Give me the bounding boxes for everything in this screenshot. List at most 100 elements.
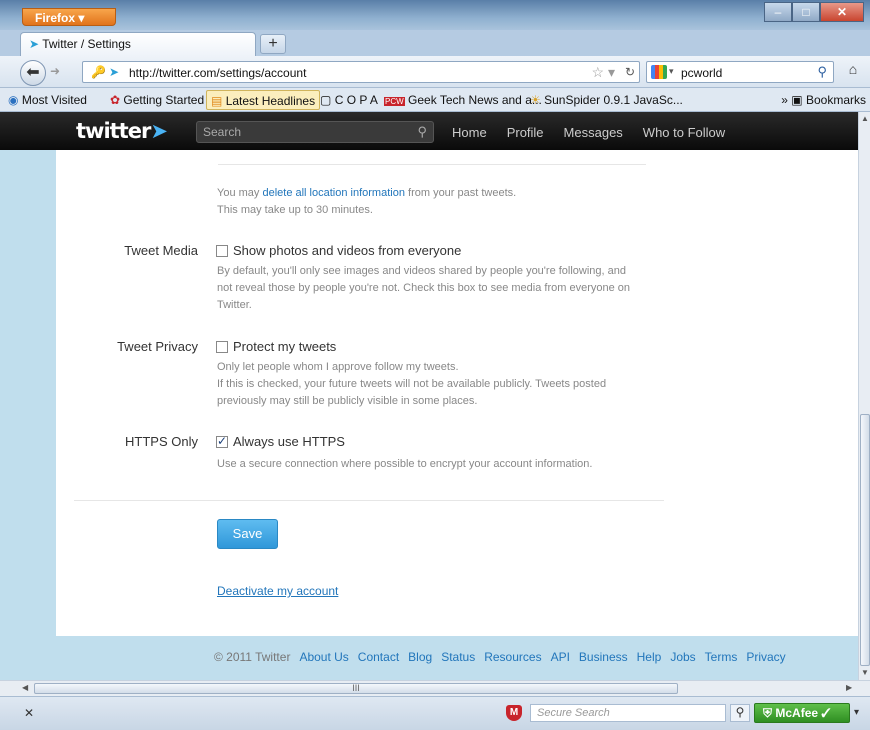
rss-icon: ▤: [211, 94, 223, 108]
twitter-logo[interactable]: twitter➤: [76, 119, 168, 143]
bookmark-geek-tech[interactable]: PCW Geek Tech News and a...: [384, 93, 542, 107]
sunspider-icon: ☀: [530, 93, 541, 107]
footer-contact[interactable]: Contact: [358, 650, 399, 664]
tab-strip: ➤ Twitter / Settings +: [0, 30, 870, 56]
footer-help[interactable]: Help: [637, 650, 662, 664]
copyright: © 2011 Twitter: [214, 650, 291, 664]
site-favicon-icon: ➤: [109, 65, 120, 79]
footer-resources[interactable]: Resources: [484, 650, 541, 664]
nav-who-to-follow[interactable]: Who to Follow: [643, 125, 725, 140]
vertical-scroll-thumb[interactable]: [860, 414, 870, 666]
tweet-media-label: Tweet Media: [124, 243, 198, 258]
tweet-privacy-label: Tweet Privacy: [117, 339, 198, 354]
scroll-down-icon[interactable]: ▼: [861, 668, 869, 677]
protect-tweets-label[interactable]: Protect my tweets: [233, 339, 336, 354]
bookmark-latest-headlines[interactable]: ▤ Latest Headlines: [206, 90, 321, 110]
https-option-label[interactable]: Always use HTTPS: [233, 434, 345, 449]
mcafee-dropdown-icon[interactable]: ▾: [854, 707, 859, 718]
status-bar: ✕ M Secure Search ⚲ ⛨ McAfee ✓ ▾: [0, 696, 870, 730]
save-button[interactable]: Save: [217, 519, 278, 549]
divider: [74, 500, 664, 501]
check-icon: ✓: [821, 706, 831, 720]
horizontal-scroll-thumb[interactable]: III: [34, 683, 678, 694]
search-icon[interactable]: ⚲: [817, 64, 827, 80]
location-help: You may delete all location information …: [217, 187, 517, 216]
horizontal-scrollbar[interactable]: ◀ III ▶: [0, 680, 870, 696]
twitter-search-input[interactable]: [197, 122, 397, 142]
footer-api[interactable]: API: [551, 650, 570, 664]
tweet-media-checkbox[interactable]: [216, 244, 228, 257]
engine-dropdown-icon[interactable]: ▾: [669, 66, 674, 77]
secure-search-input[interactable]: Secure Search: [530, 704, 726, 722]
nav-profile[interactable]: Profile: [507, 125, 544, 140]
bookmark-getting-started[interactable]: ✿ Getting Started: [110, 93, 204, 107]
navigation-toolbar: ⬅ ➜ 🔑 ➤ http://twitter.com/settings/acco…: [0, 56, 870, 88]
twitter-search: ⚲: [196, 121, 434, 143]
window-controls: – □ ✕: [764, 2, 864, 22]
search-icon[interactable]: ⚲: [417, 124, 427, 140]
firefox-icon: ✿: [110, 93, 121, 107]
close-window-button[interactable]: ✕: [820, 2, 864, 22]
page-icon: ▢: [320, 93, 332, 107]
bookmarks-menu[interactable]: » ▣ Bookmarks: [781, 93, 866, 107]
protect-tweets-checkbox[interactable]: [216, 340, 228, 353]
tab-twitter-settings[interactable]: ➤ Twitter / Settings: [20, 32, 256, 56]
close-addon-bar-icon[interactable]: ✕: [24, 706, 34, 720]
delete-location-link[interactable]: delete all location information: [262, 187, 404, 199]
nav-home[interactable]: Home: [452, 125, 487, 140]
url-text[interactable]: http://twitter.com/settings/account: [129, 66, 306, 80]
twitter-topbar: twitter➤ ⚲ Home Profile Messages Who to …: [0, 112, 858, 150]
twitter-nav: Home Profile Messages Who to Follow: [452, 125, 725, 140]
tab-title: Twitter / Settings: [42, 37, 131, 51]
firefox-menu-button[interactable]: Firefox ▾: [22, 8, 116, 26]
tweet-privacy-option[interactable]: Protect my tweets: [216, 339, 336, 354]
bookmark-sunspider[interactable]: ☀ SunSpider 0.9.1 JavaSc...: [530, 93, 683, 107]
ie-icon: ◉: [8, 93, 19, 107]
firefox-menu-label: Firefox: [35, 11, 76, 25]
twitter-bird-icon: ➤: [150, 119, 168, 143]
footer-business[interactable]: Business: [579, 650, 628, 664]
bookmark-copa[interactable]: ▢ C O P A: [320, 93, 378, 107]
minimize-button[interactable]: –: [764, 2, 792, 22]
identity-key-icon[interactable]: 🔑: [91, 65, 106, 79]
https-option[interactable]: Always use HTTPS: [216, 434, 345, 449]
new-tab-button[interactable]: +: [260, 34, 286, 54]
tweet-media-option[interactable]: Show photos and videos from everyone: [216, 243, 461, 258]
bookmark-star-icon[interactable]: ☆ ▾: [592, 64, 615, 81]
back-button[interactable]: ⬅: [20, 60, 46, 86]
nav-messages[interactable]: Messages: [564, 125, 623, 140]
divider: [218, 164, 646, 165]
scroll-right-icon[interactable]: ▶: [846, 683, 852, 692]
scroll-grip: III: [352, 683, 360, 693]
url-bar[interactable]: 🔑 ➤ http://twitter.com/settings/account …: [82, 61, 640, 83]
mcafee-logo-icon: ⛨: [763, 706, 773, 720]
footer-status[interactable]: Status: [441, 650, 475, 664]
pcw-icon: PCW: [384, 97, 405, 106]
https-checkbox[interactable]: [216, 434, 228, 448]
scroll-up-icon[interactable]: ▲: [861, 114, 869, 123]
mcafee-shield-icon[interactable]: M: [506, 705, 522, 721]
footer-privacy[interactable]: Privacy: [746, 650, 785, 664]
forward-button[interactable]: ➜: [50, 64, 60, 78]
mcafee-button[interactable]: ⛨ McAfee ✓: [754, 703, 850, 723]
home-icon[interactable]: ⌂: [840, 61, 866, 83]
reload-icon[interactable]: ↻: [625, 65, 635, 79]
bookmarks-icon: ▣: [791, 93, 803, 107]
maximize-button[interactable]: □: [792, 2, 820, 22]
search-icon[interactable]: ⚲: [730, 704, 750, 722]
footer-jobs[interactable]: Jobs: [670, 650, 695, 664]
bookmarks-toolbar: ◉ Most Visited ✿ Getting Started ▤ Lates…: [0, 88, 870, 112]
deactivate-account-link[interactable]: Deactivate my account: [217, 584, 338, 598]
footer-about[interactable]: About Us: [299, 650, 348, 664]
footer-blog[interactable]: Blog: [408, 650, 432, 664]
search-value[interactable]: pcworld: [681, 66, 722, 80]
scroll-left-icon[interactable]: ◀: [22, 683, 28, 692]
vertical-scrollbar[interactable]: ▲ ▼: [858, 112, 870, 680]
google-engine-icon[interactable]: [651, 65, 667, 79]
bookmark-most-visited[interactable]: ◉ Most Visited: [8, 93, 87, 107]
https-label: HTTPS Only: [125, 434, 198, 449]
tweet-privacy-help: Only let people whom I approve follow my…: [217, 361, 607, 407]
tweet-media-option-label[interactable]: Show photos and videos from everyone: [233, 243, 461, 258]
browser-search-box[interactable]: ▾ pcworld ⚲: [646, 61, 834, 83]
footer-terms[interactable]: Terms: [705, 650, 738, 664]
